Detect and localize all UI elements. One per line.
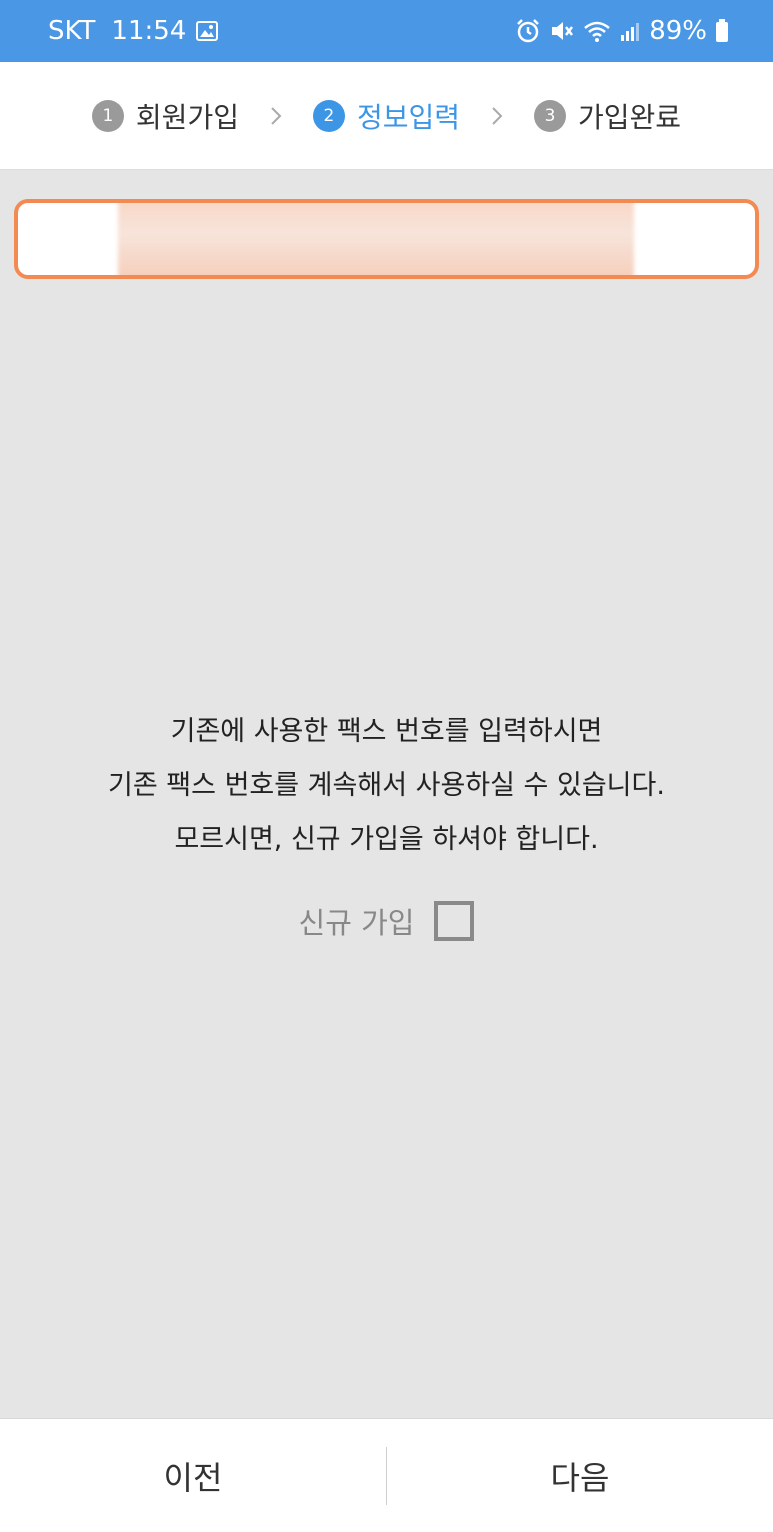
signal-icon (619, 20, 641, 42)
carrier: SKT (48, 16, 96, 46)
status-bar: SKT 11:54 89% (0, 0, 773, 62)
battery-percent: 89% (649, 16, 707, 46)
step-label: 가입완료 (578, 100, 682, 134)
message-line: 기존에 사용한 팩스 번호를 입력하시면 (170, 716, 603, 747)
step-number: 1 (91, 99, 124, 132)
step-complete: 3 가입완료 (534, 96, 681, 136)
status-left: SKT 11:54 (48, 16, 219, 46)
fax-number-input[interactable] (14, 199, 759, 279)
step-number: 3 (534, 99, 567, 132)
prev-button[interactable]: 이전 (0, 1419, 386, 1532)
step-label: 회원가입 (135, 100, 239, 134)
next-button[interactable]: 다음 (387, 1419, 773, 1532)
step-signup: 1 회원가입 (91, 96, 239, 136)
new-join-label: 신규 가입 (298, 906, 415, 940)
blurred-content (118, 203, 634, 275)
message-line: 기존 팩스 번호를 계속해서 사용하실 수 있습니다. (108, 770, 665, 801)
message-line: 모르시면, 신규 가입을 하셔야 합니다. (174, 824, 599, 855)
image-icon (196, 21, 219, 41)
step-number: 2 (312, 99, 345, 132)
alarm-icon (515, 18, 541, 44)
new-join-option: 신규 가입 (0, 900, 773, 942)
step-label: 정보입력 (356, 100, 461, 134)
new-join-checkbox[interactable] (434, 901, 475, 941)
chevron-right-icon (490, 105, 504, 127)
battery-icon (715, 19, 729, 43)
bottom-nav: 이전 다음 (0, 1418, 773, 1532)
wifi-icon (583, 19, 611, 43)
status-right: 89% (515, 16, 729, 46)
fax-info-message: 기존에 사용한 팩스 번호를 입력하시면 기존 팩스 번호를 계속해서 사용하실… (0, 705, 773, 867)
step-info-input: 2 정보입력 (312, 96, 461, 136)
signup-stepper: 1 회원가입 2 정보입력 3 가입완료 (0, 62, 773, 170)
clock: 11:54 (111, 16, 187, 46)
mute-icon (549, 18, 575, 44)
chevron-right-icon (269, 105, 283, 127)
